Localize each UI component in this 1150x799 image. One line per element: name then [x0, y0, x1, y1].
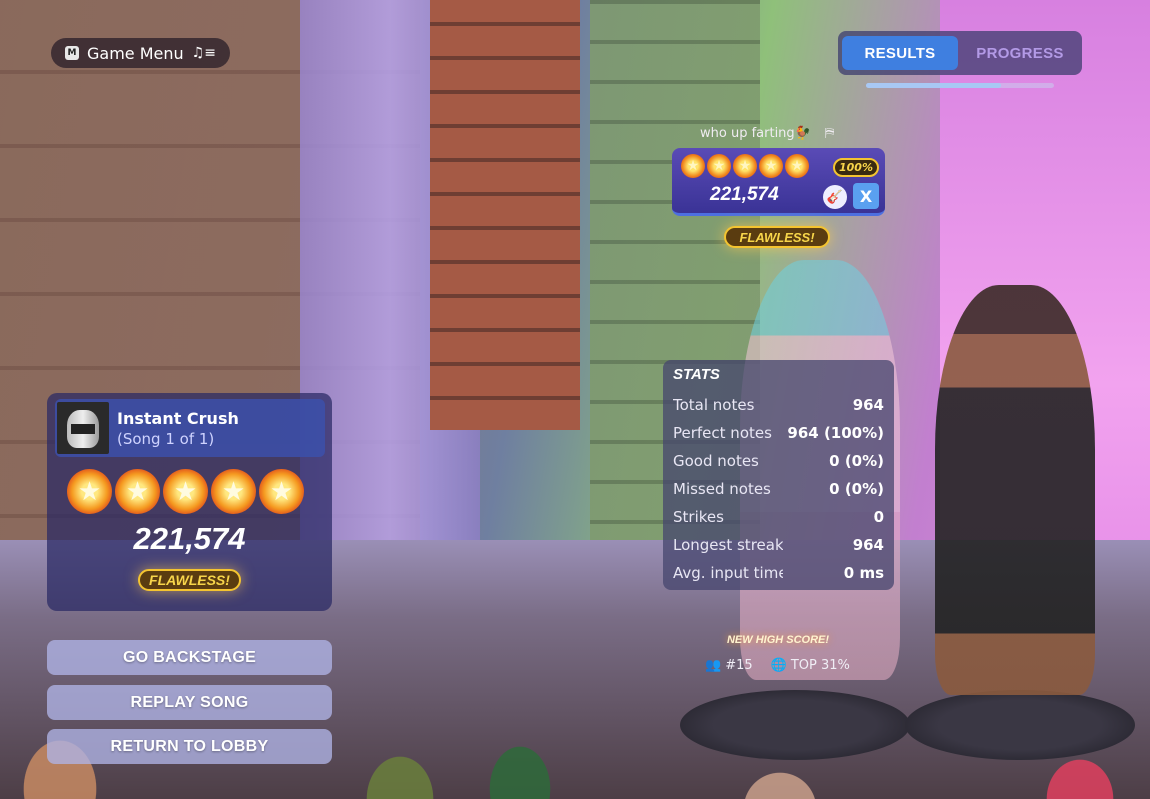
tab-progress-fill: [866, 83, 1002, 88]
star-icon: ★: [67, 469, 112, 514]
brick-wall: [430, 0, 580, 430]
song-result-card: Instant Crush (Song 1 of 1) ★ ★ ★ ★ ★ 22…: [47, 393, 332, 611]
song-header: Instant Crush (Song 1 of 1): [55, 399, 325, 457]
stat-label: Good notes: [673, 452, 759, 470]
tab-progress[interactable]: PROGRESS: [962, 36, 1078, 70]
star-icon: ★: [681, 154, 705, 178]
song-title: Instant Crush: [117, 408, 239, 428]
star-icon: ★: [733, 154, 757, 178]
song-score: 221,574: [133, 521, 246, 556]
stat-row: Good notes 0 (0%): [673, 447, 884, 475]
stat-row: Missed notes 0 (0%): [673, 475, 884, 503]
stat-value: 964: [852, 396, 884, 414]
menu-key-icon: M: [65, 46, 79, 60]
stats-panel: STATS Total notes 964 Perfect notes 964 …: [663, 360, 894, 590]
go-backstage-button[interactable]: GO BACKSTAGE: [47, 640, 332, 675]
friends-icon: 👥: [705, 658, 722, 673]
difficulty-badge: X: [853, 183, 879, 209]
stat-label: Strikes: [673, 508, 724, 526]
star-icon: ★: [707, 154, 731, 178]
stat-value: 0 (0%): [829, 480, 884, 498]
stat-value: 0: [873, 508, 884, 526]
stat-row: Avg. input time 0 ms: [673, 559, 884, 587]
tab-results[interactable]: RESULTS: [842, 36, 958, 70]
stat-label: Total notes: [673, 396, 755, 414]
replay-song-button[interactable]: REPLAY SONG: [47, 685, 332, 720]
stat-row: Longest streak 964: [673, 531, 884, 559]
player-stars: ★ ★ ★ ★ ★: [681, 154, 809, 178]
friends-rank: #15: [725, 658, 753, 673]
star-icon: ★: [211, 469, 256, 514]
results-tabs: RESULTS PROGRESS: [838, 31, 1082, 75]
stat-value: 964 (100%): [787, 424, 884, 442]
accuracy-badge: 100%: [833, 158, 879, 177]
player-flawless-badge: FLAWLESS!: [724, 226, 830, 248]
star-icon: ★: [115, 469, 160, 514]
stat-label: Longest streak: [673, 536, 783, 554]
star-icon: ★: [259, 469, 304, 514]
stat-row: Strikes 0: [673, 503, 884, 531]
player-score: 221,574: [710, 184, 779, 205]
player-name: who up farting🐓: [700, 126, 811, 141]
song-flawless-badge: FLAWLESS!: [138, 569, 241, 591]
emote-icon: ⛿: [824, 126, 835, 141]
star-icon: ★: [163, 469, 208, 514]
game-menu-button[interactable]: M Game Menu ♫≡: [51, 38, 230, 68]
star-icon: ★: [785, 154, 809, 178]
tab-progress-bar: [866, 83, 1054, 88]
music-queue-icon: ♫≡: [191, 45, 216, 61]
stat-value: 0 (0%): [829, 452, 884, 470]
stat-row: Perfect notes 964 (100%): [673, 419, 884, 447]
stat-value: 0 ms: [843, 564, 884, 582]
song-stars: ★ ★ ★ ★ ★: [67, 469, 304, 514]
stat-value: 964: [852, 536, 884, 554]
song-subtitle: (Song 1 of 1): [117, 429, 215, 448]
rank-row: 👥 #15 🌐 TOP 31%: [705, 658, 850, 673]
new-high-score-label: NEW HIGH SCORE!: [726, 634, 830, 646]
stat-row: Total notes 964: [673, 391, 884, 419]
stats-title: STATS: [673, 366, 720, 383]
stat-label: Missed notes: [673, 480, 771, 498]
player-score-card: ★ ★ ★ ★ ★ 100% 221,574 🎸 X: [672, 148, 885, 216]
guitar-icon: 🎸: [823, 185, 847, 209]
return-to-lobby-button[interactable]: RETURN TO LOBBY: [47, 729, 332, 764]
player-name-row: who up farting🐓 ⛿: [700, 126, 860, 141]
stat-label: Avg. input time: [673, 564, 783, 582]
stat-label: Perfect notes: [673, 424, 772, 442]
global-rank: TOP 31%: [790, 658, 850, 673]
album-art: [57, 402, 109, 454]
game-menu-label: Game Menu: [87, 43, 184, 63]
star-icon: ★: [759, 154, 783, 178]
globe-icon: 🌐: [770, 658, 787, 673]
